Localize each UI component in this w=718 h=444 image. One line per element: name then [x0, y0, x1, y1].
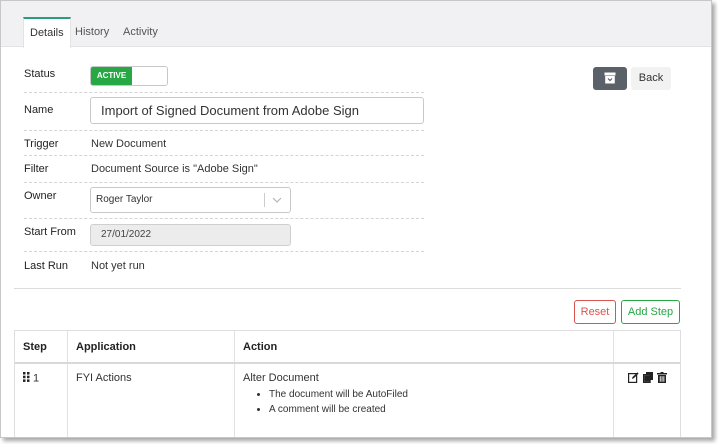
- owner-label: Owner: [24, 190, 57, 202]
- step-number: 1: [33, 372, 40, 385]
- row-divider: [24, 130, 424, 131]
- row-divider: [24, 182, 424, 183]
- tab-history[interactable]: History: [75, 17, 109, 48]
- header-step: Step: [23, 341, 47, 353]
- chevron-down-icon[interactable]: [272, 195, 282, 207]
- owner-select-value: Roger Taylor: [96, 194, 153, 205]
- filter-label: Filter: [24, 163, 49, 175]
- copy-icon[interactable]: [643, 372, 654, 386]
- back-button[interactable]: Back: [631, 67, 671, 90]
- row-actions: [628, 372, 668, 386]
- filter-value: Document Source is "Adobe Sign": [91, 163, 258, 175]
- column-separator: [613, 331, 614, 437]
- step-cell: 1: [23, 372, 39, 385]
- drag-handle-icon[interactable]: [23, 372, 30, 385]
- tab-details[interactable]: Details: [23, 17, 71, 48]
- edit-icon[interactable]: [628, 372, 639, 386]
- trigger-label: Trigger: [24, 138, 59, 150]
- section-divider: [14, 288, 681, 289]
- archive-icon: [604, 72, 616, 87]
- action-cell: Alter Document The document will be Auto…: [243, 372, 408, 417]
- owner-select[interactable]: Roger Taylor: [90, 187, 291, 213]
- application-cell: FYI Actions: [76, 372, 132, 384]
- header-action: Action: [243, 341, 278, 353]
- status-toggle-on: ACTIVE: [91, 67, 132, 85]
- status-toggle[interactable]: ACTIVE: [90, 66, 168, 86]
- status-label: Status: [24, 68, 56, 80]
- action-title: Alter Document: [243, 372, 319, 384]
- last-run-label: Last Run: [24, 260, 69, 272]
- start-from-input[interactable]: 27/01/2022: [90, 224, 291, 246]
- trigger-value: New Document: [91, 138, 167, 150]
- tab-activity[interactable]: Activity: [123, 17, 158, 48]
- row-divider: [24, 155, 424, 156]
- workflow-panel: Details History Activity Status ACTIVE N…: [0, 0, 712, 438]
- list-item: The document will be AutoFiled: [269, 387, 408, 402]
- start-from-label: Start From: [24, 226, 76, 238]
- name-label: Name: [24, 104, 54, 116]
- last-run-value: Not yet run: [91, 260, 145, 272]
- steps-table: Step Application Action 1 FYI Actions Al…: [14, 330, 681, 437]
- reset-button[interactable]: Reset: [574, 300, 616, 324]
- name-input[interactable]: Import of Signed Document from Adobe Sig…: [90, 97, 424, 124]
- list-item: A comment will be created: [269, 402, 408, 417]
- action-details-list: The document will be AutoFiled A comment…: [243, 387, 408, 417]
- header-application: Application: [76, 341, 136, 353]
- delete-icon[interactable]: [657, 372, 668, 386]
- row-divider: [24, 92, 424, 93]
- header-divider: [15, 362, 680, 364]
- row-divider: [24, 218, 424, 219]
- archive-button[interactable]: [593, 67, 627, 90]
- add-step-button[interactable]: Add Step: [621, 300, 680, 324]
- row-divider: [24, 251, 424, 252]
- select-separator: [264, 193, 265, 207]
- tab-bar: Details History Activity: [1, 1, 711, 48]
